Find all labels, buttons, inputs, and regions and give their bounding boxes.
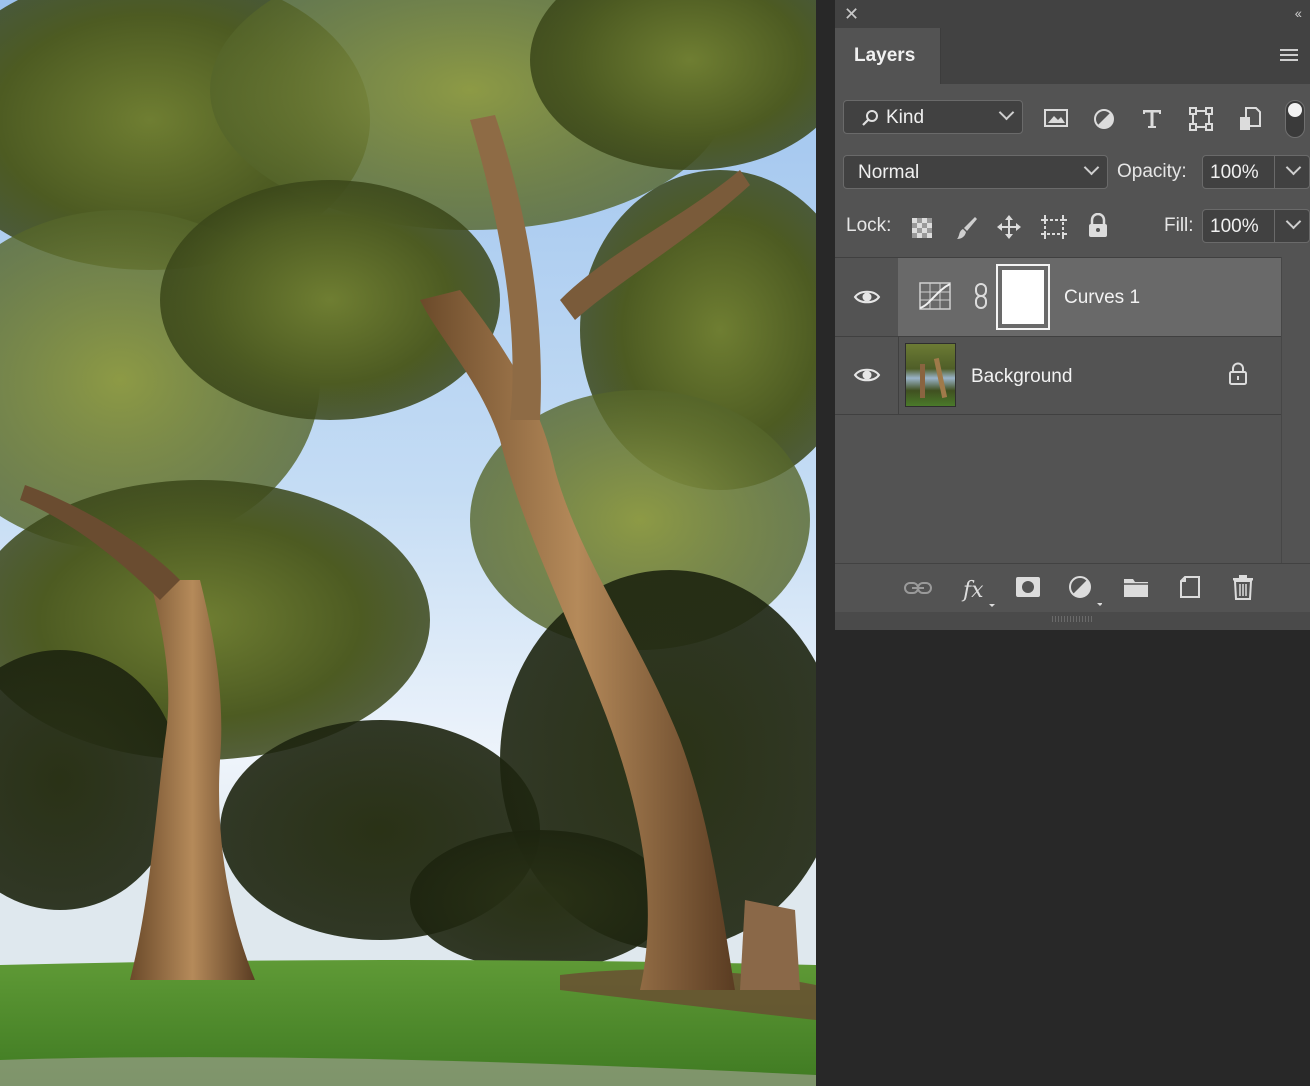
layer-mask-thumbnail[interactable] [996, 264, 1050, 330]
panel-menu-icon[interactable] [1280, 49, 1298, 64]
lock-transparent-pixels-icon[interactable] [911, 217, 933, 239]
filter-adjustment-icon[interactable] [1092, 107, 1116, 131]
panel-tab-strip: Layers [835, 28, 1310, 84]
link-layers-icon[interactable] [903, 578, 933, 598]
layer-name[interactable]: Background [971, 366, 1072, 388]
fill-label: Fill: [1164, 215, 1194, 236]
visibility-toggle[interactable] [835, 258, 897, 336]
chevron-down-icon [998, 104, 1015, 121]
chevron-down-icon [1083, 159, 1100, 176]
search-icon [862, 110, 878, 126]
layer-locked-icon [1229, 362, 1247, 385]
layers-bottom-toolbar: fx [835, 563, 1310, 612]
tab-layers-label: Layers [854, 45, 916, 66]
close-icon[interactable]: ✕ [844, 4, 859, 24]
layers-panel: ✕ ‹‹ Layers Kind Normal Opacity: 100% Lo… [835, 0, 1310, 630]
blend-mode-dropdown[interactable]: Normal [843, 155, 1108, 189]
chevron-down-icon[interactable] [1285, 213, 1302, 230]
filter-shape-icon[interactable] [1188, 106, 1214, 132]
filter-toggle-switch[interactable] [1285, 100, 1305, 138]
layer-body[interactable]: Curves 1 [898, 258, 1281, 336]
filter-type-icon[interactable] [1140, 106, 1164, 130]
filter-pixel-image-icon[interactable] [1043, 107, 1069, 129]
curves-adjustment-icon[interactable] [918, 281, 952, 311]
layer-image-thumbnail[interactable] [905, 343, 956, 407]
blend-mode-value: Normal [858, 162, 920, 183]
resize-grip-icon[interactable] [1052, 616, 1092, 622]
collapse-icon[interactable]: ‹‹ [1295, 5, 1302, 21]
new-adjustment-layer-icon[interactable] [1068, 575, 1102, 609]
svg-text:fx: fx [961, 578, 984, 603]
lock-image-pixels-brush-icon[interactable] [955, 215, 979, 241]
opacity-field[interactable]: 100% [1202, 155, 1310, 189]
opacity-label: Opacity: [1117, 161, 1187, 182]
layer-row-background[interactable]: Background [835, 337, 1281, 415]
opacity-value: 100% [1210, 162, 1259, 183]
lock-all-icon[interactable] [1087, 213, 1109, 239]
new-layer-icon[interactable] [1178, 575, 1202, 599]
panel-header-bar: ✕ ‹‹ [835, 0, 1310, 28]
filter-smart-object-icon[interactable] [1238, 106, 1262, 132]
layers-scrollbar[interactable] [1281, 257, 1310, 563]
lock-label: Lock: [846, 215, 892, 236]
fill-value: 100% [1210, 216, 1259, 237]
filter-kind-value: Kind [886, 107, 925, 128]
chevron-down-icon[interactable] [1285, 159, 1302, 176]
layer-body[interactable]: Background [898, 337, 1282, 415]
layer-row-curves[interactable]: Curves 1 [835, 258, 1281, 336]
delete-layer-trash-icon[interactable] [1231, 574, 1255, 600]
new-group-folder-icon[interactable] [1123, 576, 1149, 598]
document-canvas[interactable] [0, 0, 816, 1086]
photo-trees [0, 0, 816, 1086]
add-mask-icon[interactable] [1015, 576, 1041, 598]
lock-position-move-icon[interactable] [996, 214, 1022, 240]
visibility-toggle[interactable] [835, 337, 897, 415]
lock-artboard-icon[interactable] [1040, 214, 1068, 240]
layer-style-fx-icon[interactable]: fx [961, 573, 995, 609]
eye-icon[interactable] [853, 366, 881, 384]
link-mask-icon[interactable] [973, 282, 989, 310]
fill-field[interactable]: 100% [1202, 209, 1310, 243]
tab-layers[interactable]: Layers [835, 28, 941, 84]
eye-icon[interactable] [853, 288, 881, 306]
layer-name[interactable]: Curves 1 [1064, 287, 1140, 309]
filter-kind-dropdown[interactable]: Kind [843, 100, 1023, 134]
